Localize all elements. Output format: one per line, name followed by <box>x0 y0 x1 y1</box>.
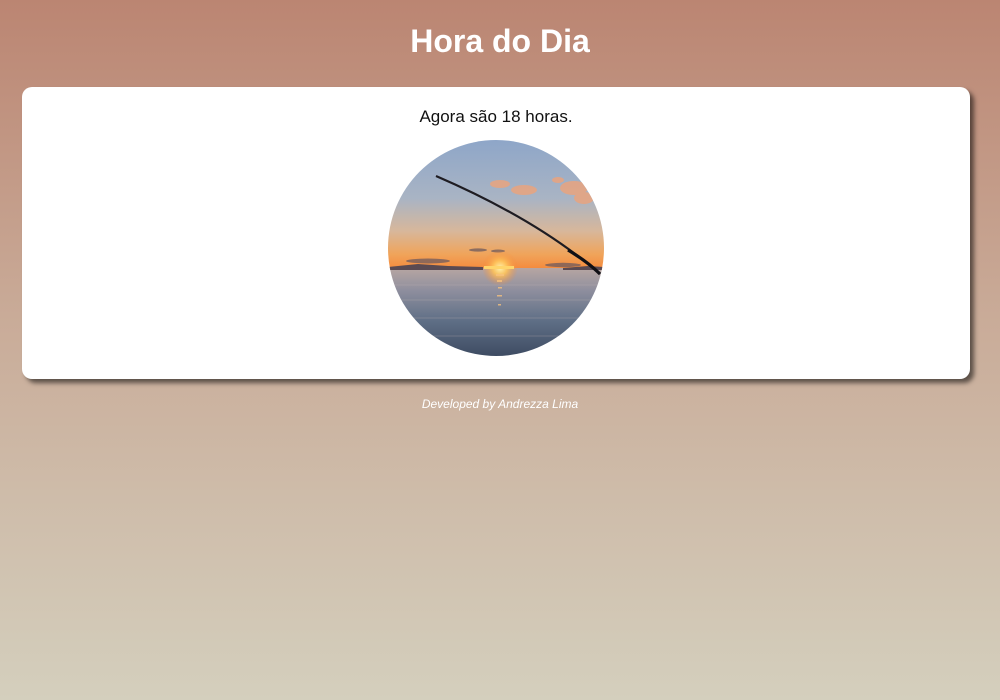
hour-message: Agora são 18 horas. <box>419 107 573 126</box>
footer-credit: Developed by Andrezza Lima <box>421 397 579 411</box>
sunset-photo <box>388 140 604 356</box>
content-card: Agora são 18 horas. <box>22 87 970 379</box>
page-title: Hora do Dia <box>410 23 590 59</box>
